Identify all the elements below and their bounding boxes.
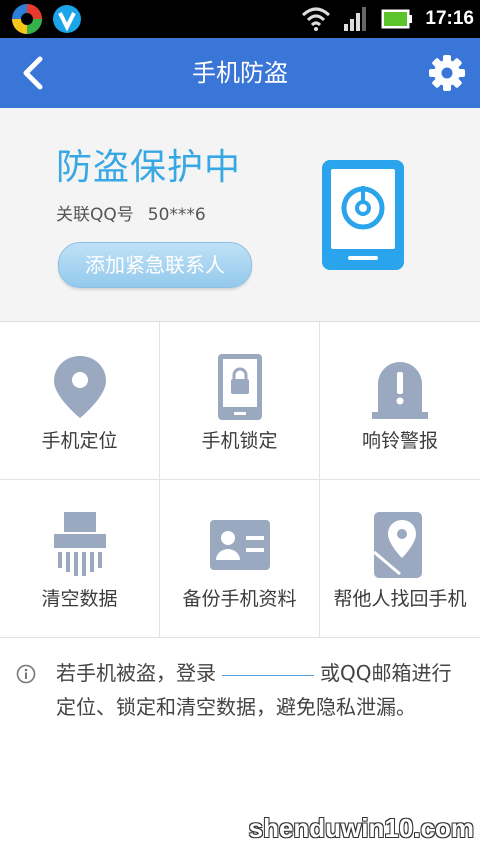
- alarm-bell-icon: [372, 362, 428, 419]
- grid-item-label: 清空数据: [41, 588, 118, 610]
- grid-item-label: 备份手机资料: [182, 588, 297, 610]
- contact-card-icon: [209, 520, 270, 570]
- shredder-icon: [53, 512, 106, 576]
- protection-status-headline: 防盗保护中: [56, 147, 242, 188]
- linked-qq-row: 关联QQ号 50***6: [56, 200, 206, 225]
- linked-qq-value: 50***6: [147, 205, 206, 225]
- tip-text: 若手机被盗，登录 或QQ邮箱进行定位、锁定和清空数据，避免隐私泄漏。: [56, 656, 456, 724]
- linked-qq-label: 关联QQ号: [56, 205, 134, 225]
- signal-icon: [344, 7, 367, 31]
- grid-item-phone-lock[interactable]: 手机锁定: [160, 322, 320, 480]
- add-emergency-contact-button[interactable]: 添加紧急联系人: [58, 242, 252, 288]
- grid-item-label: 手机定位: [41, 430, 118, 452]
- anti-theft-tip: 若手机被盗，登录 或QQ邮箱进行定位、锁定和清空数据，避免隐私泄漏。: [0, 638, 480, 788]
- clock: 17:16: [425, 8, 474, 29]
- grid-item-ring-alarm[interactable]: 响铃警报: [320, 322, 480, 480]
- phone-lock-icon: [217, 354, 262, 420]
- gear-icon[interactable]: [428, 54, 466, 92]
- info-icon: [16, 664, 36, 684]
- watermark: shenduwin10.com: [248, 813, 474, 843]
- masked-link[interactable]: [222, 674, 314, 676]
- battery-icon: [381, 9, 413, 29]
- grid-item-label: 响铃警报: [361, 430, 438, 452]
- wifi-icon: [302, 7, 331, 31]
- title-bar: 手机防盗: [0, 38, 480, 108]
- grid-item-help-find-phone[interactable]: 帮他人找回手机: [320, 480, 480, 638]
- tip-text-before: 若手机被盗，登录: [56, 661, 216, 685]
- grid-item-label: 手机锁定: [201, 430, 278, 452]
- grid-item-phone-locate[interactable]: 手机定位: [0, 322, 160, 480]
- phone-location-icon: [373, 512, 422, 578]
- app-swirl-icon: [12, 4, 42, 34]
- grid-item-backup-data[interactable]: 备份手机资料: [160, 480, 320, 638]
- page-title: 手机防盗: [192, 59, 288, 87]
- phone-lock-icon: [322, 160, 404, 270]
- grid-item-label: 帮他人找回手机: [333, 588, 467, 610]
- feature-grid: 手机定位 手机锁定 响铃警报 清空数据 备份手机资料 帮他人找回手机: [0, 322, 480, 638]
- grid-item-clear-data[interactable]: 清空数据: [0, 480, 160, 638]
- status-bar: 17:16: [0, 0, 480, 38]
- protection-status-card: 防盗保护中 关联QQ号 50***6 添加紧急联系人: [0, 108, 480, 322]
- location-pin-icon: [53, 356, 106, 418]
- shield-v-icon: [53, 5, 81, 33]
